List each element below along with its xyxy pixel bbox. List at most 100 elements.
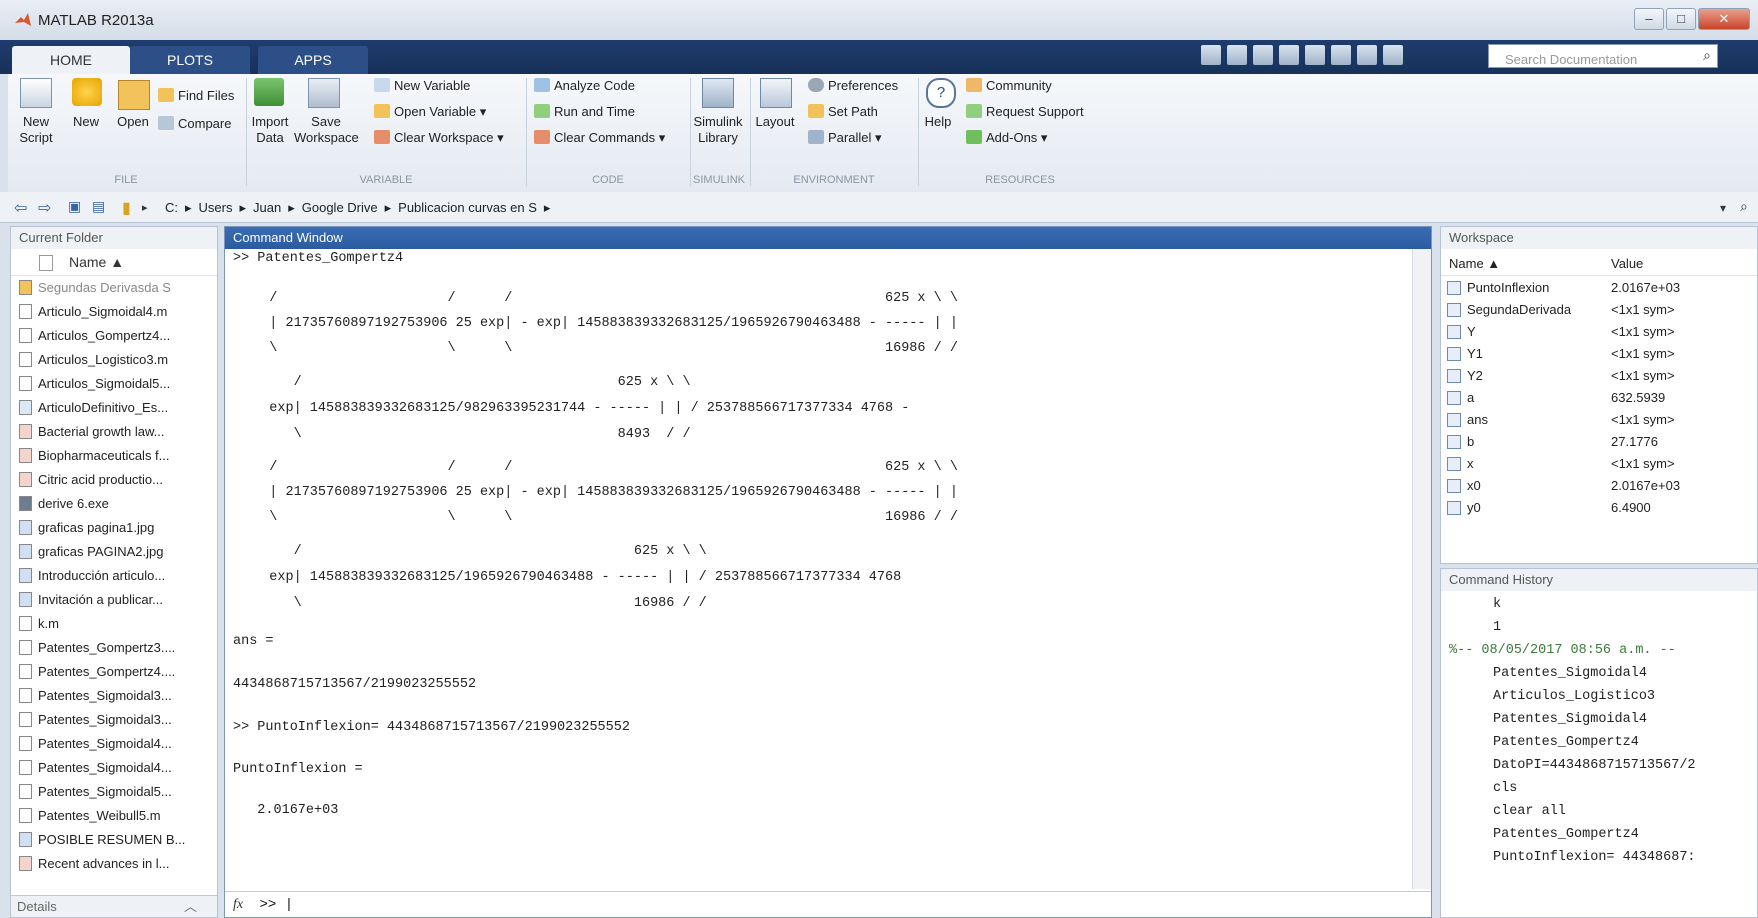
file-list-item[interactable]: POSIBLE RESUMEN B... — [19, 829, 185, 851]
workspace-name-header[interactable]: Name ▲ — [1449, 253, 1500, 275]
workspace-row[interactable]: b 27.1776 — [1441, 431, 1757, 453]
workspace-row[interactable]: Y2 <1x1 sym> — [1441, 365, 1757, 387]
back-arrow-icon[interactable]: ⇦ — [14, 198, 27, 218]
history-item[interactable]: PuntoInflexion= 44348687: — [1493, 850, 1696, 865]
new-variable-button[interactable]: New Variable — [374, 78, 470, 93]
preferences-button[interactable]: Preferences — [808, 78, 898, 93]
file-list-item[interactable]: ArticuloDefinitivo_Es... — [19, 397, 168, 419]
command-prompt[interactable]: fx >> | — [225, 891, 1431, 917]
command-window[interactable]: Command Window >> Patentes_Gompertz4 / /… — [224, 226, 1432, 918]
file-list-item[interactable]: Articulos_Sigmoidal5... — [19, 373, 170, 395]
workspace-row[interactable]: PuntoInflexion 2.0167e+03 — [1441, 277, 1757, 299]
workspace-row[interactable]: SegundaDerivada <1x1 sym> — [1441, 299, 1757, 321]
file-list-item[interactable]: Patentes_Sigmoidal3... — [19, 685, 172, 707]
save-workspace-button[interactable]: Save Workspace — [294, 114, 359, 146]
file-list-item[interactable]: Patentes_Sigmoidal5... — [19, 781, 172, 803]
file-list-item[interactable]: graficas pagina1.jpg — [19, 517, 154, 539]
tab-home[interactable]: HOME — [12, 46, 130, 74]
file-list-item[interactable]: Invitación a publicar... — [19, 589, 163, 611]
history-item[interactable]: Patentes_Gompertz4 — [1493, 735, 1639, 750]
breadcrumb-item[interactable]: C: — [165, 200, 178, 215]
file-list-item[interactable]: Articulo_Sigmoidal4.m — [19, 301, 167, 323]
run-and-time-button[interactable]: Run and Time — [534, 104, 635, 119]
history-item[interactable]: cls — [1493, 781, 1517, 796]
file-list-item[interactable]: graficas PAGINA2.jpg — [19, 541, 163, 563]
history-item[interactable]: k — [1493, 597, 1501, 612]
address-search-icon[interactable]: ⌕ — [1740, 198, 1748, 215]
command-window-scrollbar[interactable] — [1412, 249, 1431, 889]
workspace-row[interactable]: a 632.5939 — [1441, 387, 1757, 409]
copy-icon[interactable] — [1253, 45, 1273, 65]
history-item[interactable]: Patentes_Gompertz4 — [1493, 827, 1639, 842]
find-files-button[interactable]: Find Files — [158, 88, 234, 103]
file-list-item[interactable]: k.m — [19, 613, 59, 635]
cut-icon[interactable] — [1227, 45, 1247, 65]
minimize-button[interactable]: – — [1634, 8, 1664, 30]
file-list-item[interactable]: Patentes_Sigmoidal3... — [19, 709, 172, 731]
redo-icon[interactable] — [1331, 45, 1351, 65]
collapse-details-icon[interactable]: ︿ — [184, 896, 197, 918]
address-dropdown-icon[interactable]: ▾ — [1720, 201, 1726, 215]
workspace-row[interactable]: x0 2.0167e+03 — [1441, 475, 1757, 497]
file-list-item[interactable]: Bacterial growth law... — [19, 421, 164, 443]
compare-button[interactable]: Compare — [158, 116, 231, 131]
history-item[interactable]: 1 — [1493, 620, 1501, 635]
function-browser-icon[interactable]: fx — [233, 897, 243, 912]
community-button[interactable]: Community — [966, 78, 1052, 93]
simulink-library-button[interactable]: Simulink Library — [690, 114, 746, 146]
request-support-button[interactable]: Request Support — [966, 104, 1084, 119]
history-item[interactable]: Articulos_Logistico3 — [1493, 689, 1655, 704]
file-list-item[interactable]: Patentes_Gompertz4.... — [19, 661, 175, 683]
clear-workspace-button[interactable]: Clear Workspace ▾ — [374, 130, 504, 146]
workspace-column-header[interactable]: Name ▲ Value — [1441, 253, 1757, 276]
breadcrumb-item[interactable]: Juan — [253, 200, 281, 215]
file-list-item[interactable]: Patentes_Weibull5.m — [19, 805, 161, 827]
file-list-item[interactable]: Biopharmaceuticals f... — [19, 445, 170, 467]
breadcrumb-item[interactable]: Users — [199, 200, 233, 215]
file-list-item[interactable]: Patentes_Sigmoidal4... — [19, 733, 172, 755]
new-button[interactable]: New — [66, 114, 106, 130]
undo-icon[interactable] — [1305, 45, 1325, 65]
workspace-value-header[interactable]: Value — [1611, 253, 1643, 275]
open-variable-button[interactable]: Open Variable ▾ — [374, 104, 486, 120]
clear-commands-button[interactable]: Clear Commands ▾ — [534, 130, 665, 146]
up-folder-icon[interactable]: ▣ — [68, 198, 81, 215]
analyze-code-button[interactable]: Analyze Code — [534, 78, 635, 93]
browse-folder-icon[interactable]: ▤ — [92, 198, 105, 215]
parallel-button[interactable]: Parallel ▾ — [808, 130, 882, 146]
switch-windows-icon[interactable] — [1357, 45, 1377, 65]
workspace-row[interactable]: Y1 <1x1 sym> — [1441, 343, 1757, 365]
close-button[interactable]: ✕ — [1698, 8, 1750, 30]
new-script-button[interactable]: New Script — [14, 114, 58, 146]
history-item[interactable]: Patentes_Sigmoidal4 — [1493, 712, 1647, 727]
history-item[interactable]: Patentes_Sigmoidal4 — [1493, 666, 1647, 681]
history-item[interactable]: DatoPI=4434868715713567/2 — [1493, 758, 1696, 773]
forward-arrow-icon[interactable]: ⇨ — [38, 198, 51, 218]
history-item[interactable]: clear all — [1493, 804, 1566, 819]
name-column-header[interactable]: Name ▲ — [11, 251, 217, 276]
workspace-row[interactable]: ans <1x1 sym> — [1441, 409, 1757, 431]
file-list-item[interactable]: derive 6.exe — [19, 493, 109, 515]
prompt-input[interactable]: >> | — [260, 897, 294, 913]
workspace-row[interactable]: Y <1x1 sym> — [1441, 321, 1757, 343]
file-list-item[interactable]: Patentes_Gompertz3.... — [19, 637, 175, 659]
open-button[interactable]: Open — [112, 114, 154, 130]
file-list-item[interactable]: Introducción articulo... — [19, 565, 165, 587]
file-list-item[interactable]: Recent advances in l... — [19, 853, 170, 875]
layout-button[interactable]: Layout — [752, 114, 798, 130]
breadcrumb[interactable]: C: ▸ Users ▸ Juan ▸ Google Drive ▸ Publicacion c… — [165, 200, 557, 216]
file-list-item[interactable]: Segundas Derivasda S — [19, 277, 171, 299]
file-list-item[interactable]: Articulos_Logistico3.m — [19, 349, 168, 371]
add-ons-button[interactable]: Add-Ons ▾ — [966, 130, 1047, 146]
file-list-item[interactable]: Patentes_Sigmoidal4... — [19, 757, 172, 779]
search-icon[interactable]: ⌕ — [1703, 47, 1711, 64]
file-list-item[interactable]: Articulos_Gompertz4... — [19, 325, 170, 347]
details-panel-header[interactable]: Details ︿ — [11, 895, 217, 917]
breadcrumb-item[interactable]: Google Drive — [302, 200, 378, 215]
file-list-item[interactable]: Citric acid productio... — [19, 469, 163, 491]
import-data-button[interactable]: Import Data — [248, 114, 292, 146]
save-icon[interactable] — [1201, 45, 1221, 65]
help-button[interactable]: Help — [918, 114, 958, 130]
history-session-header[interactable]: %-- 08/05/2017 08:56 a.m. -- — [1449, 643, 1676, 658]
workspace-row[interactable]: x <1x1 sym> — [1441, 453, 1757, 475]
